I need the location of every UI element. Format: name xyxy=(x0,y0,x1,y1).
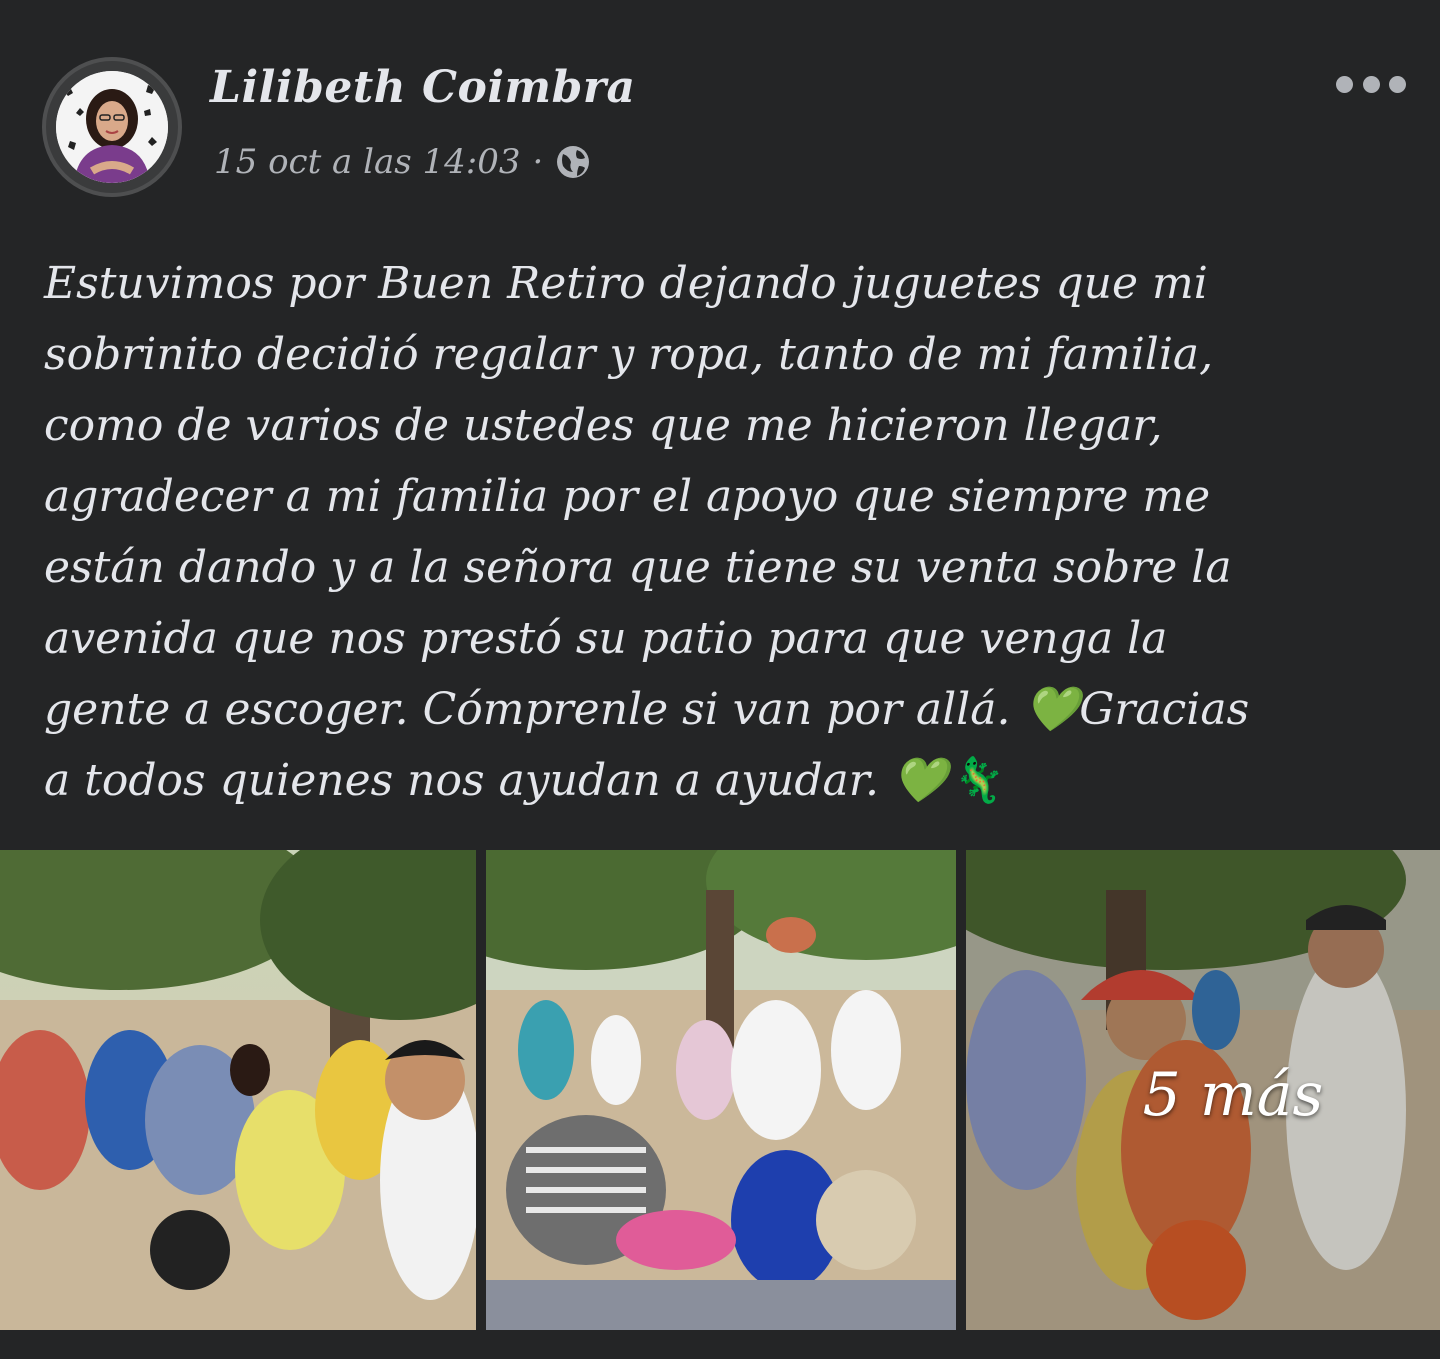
more-photos-overlay[interactable]: 5 más xyxy=(966,850,1440,1330)
post-text-line: Estuvimos por Buen Retiro dejando juguet… xyxy=(44,258,1208,309)
more-options-icon xyxy=(1336,75,1353,93)
post-text-line: agradecer a mi familia por el apoyo que … xyxy=(44,471,1211,522)
more-options-dot xyxy=(1389,75,1406,93)
more-options-dot xyxy=(1362,75,1380,93)
post-text-line: avenida que nos prestó su patio para que… xyxy=(44,613,1168,664)
post-timestamp[interactable]: 15 oct a las 14:03 xyxy=(214,142,521,182)
post-text-line: están dando y a la señora que tiene su v… xyxy=(44,542,1232,593)
post-text-line: gente a escoger. Cómprenle si van por al… xyxy=(44,684,1250,735)
avatar[interactable] xyxy=(42,57,182,197)
post-text-line: como de varios de ustedes que me hiciero… xyxy=(44,400,1163,451)
facebook-post: Lilibeth Coimbra 15 oct a las 14:03 · Es… xyxy=(0,0,1440,1359)
photo-grid: 5 más xyxy=(0,850,1440,1330)
globe-icon[interactable] xyxy=(553,142,593,182)
post-body-text: Estuvimos por Buen Retiro dejando juguet… xyxy=(44,248,1404,816)
post-text-line: a todos quienes nos ayudan a ayudar. 💚🦎 xyxy=(44,755,1003,806)
photo-1[interactable] xyxy=(0,850,476,1330)
more-photos-label: 5 más xyxy=(1142,1060,1324,1130)
author-name[interactable]: Lilibeth Coimbra xyxy=(210,62,636,113)
photo-2[interactable] xyxy=(486,850,956,1330)
post-meta: 15 oct a las 14:03 · xyxy=(214,142,593,182)
meta-separator: · xyxy=(532,142,544,182)
photo-3[interactable]: 5 más xyxy=(966,850,1440,1330)
profile-photo xyxy=(56,71,168,183)
more-options-button[interactable] xyxy=(1336,64,1406,104)
post-text-line: sobrinito decidió regalar y ropa, tanto … xyxy=(44,329,1214,380)
